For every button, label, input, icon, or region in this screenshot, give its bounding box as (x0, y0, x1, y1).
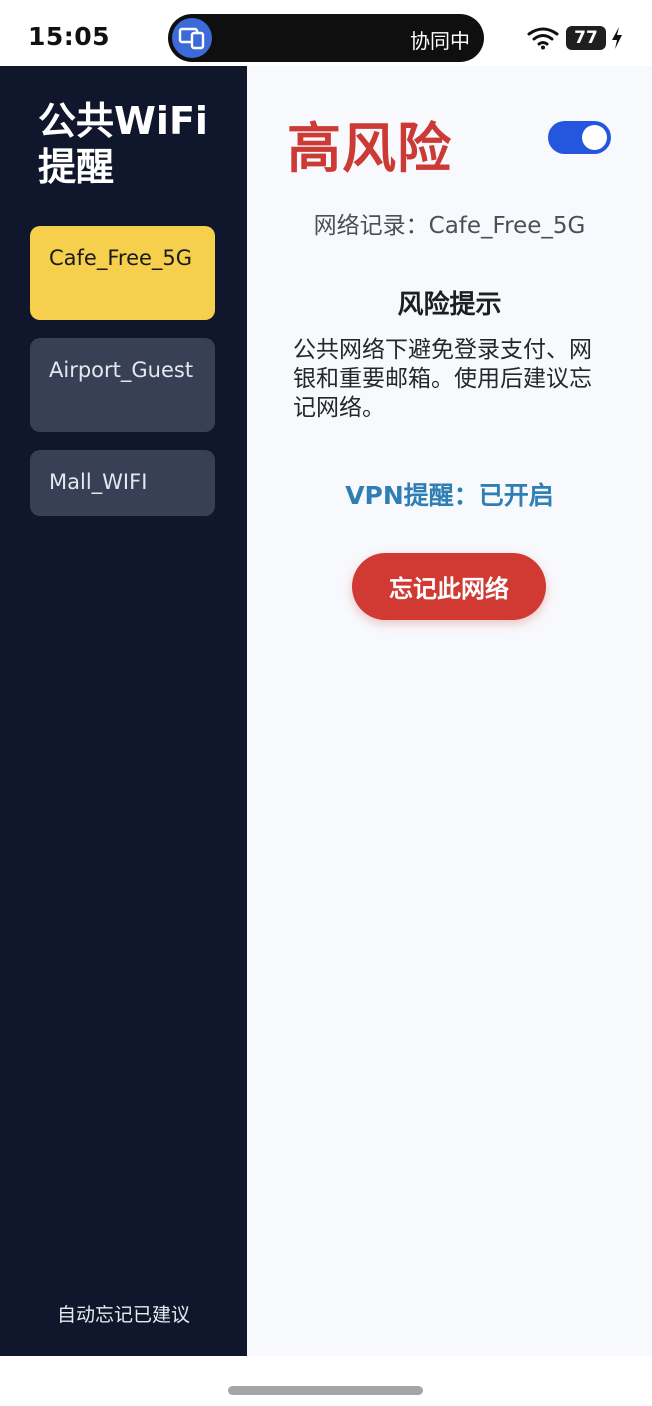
wifi-icon (527, 26, 559, 50)
network-item-label: Airport_Guest (49, 358, 194, 382)
sidebar-footer-status: 自动忘记已建议 (56, 1304, 190, 1326)
network-record: 网络记录：Cafe_Free_5G (313, 213, 586, 239)
bolt-icon (610, 26, 624, 50)
battery-indicator: 77 (566, 26, 606, 50)
network-item-airport[interactable]: Airport_Guest (30, 338, 215, 432)
island-status-text: 协同中 (410, 29, 470, 53)
toggle-knob (582, 125, 607, 150)
home-area (0, 1356, 652, 1406)
sidebar: 公共WiFi提醒 Cafe_Free_5G Airport_Guest Mall… (0, 66, 247, 1356)
forget-network-button[interactable]: 忘记此网络 (352, 553, 546, 620)
dynamic-island[interactable]: 协同中 (168, 14, 484, 62)
network-item-cafe[interactable]: Cafe_Free_5G (30, 226, 215, 320)
risk-level-title: 高风险 (287, 117, 452, 180)
status-bar: 15:05 协同中 77 (0, 0, 652, 66)
risk-tip-title: 风险提示 (397, 290, 502, 320)
app-screen: 15:05 协同中 77 公共WiFi提醒 Cafe_Free_5G Airpo… (0, 0, 652, 1406)
risk-tip-body: 公共网络下避免登录支付、网银和重要邮箱。使用后建议忘记网络。 (293, 337, 592, 421)
home-indicator[interactable] (228, 1386, 423, 1395)
vpn-reminder-status: VPN提醒：已开启 (345, 481, 554, 510)
alert-toggle[interactable] (548, 121, 611, 154)
multi-device-icon (172, 18, 212, 58)
status-time: 15:05 (28, 22, 111, 51)
network-item-mall[interactable]: Mall_WIFI (30, 450, 215, 516)
sidebar-title: 公共WiFi提醒 (38, 99, 208, 189)
network-item-label: Cafe_Free_5G (49, 246, 193, 270)
detail-panel: 高风险 网络记录：Cafe_Free_5G 风险提示 公共网络下避免登录支付、网… (247, 66, 652, 1356)
network-item-label: Mall_WIFI (49, 470, 148, 494)
